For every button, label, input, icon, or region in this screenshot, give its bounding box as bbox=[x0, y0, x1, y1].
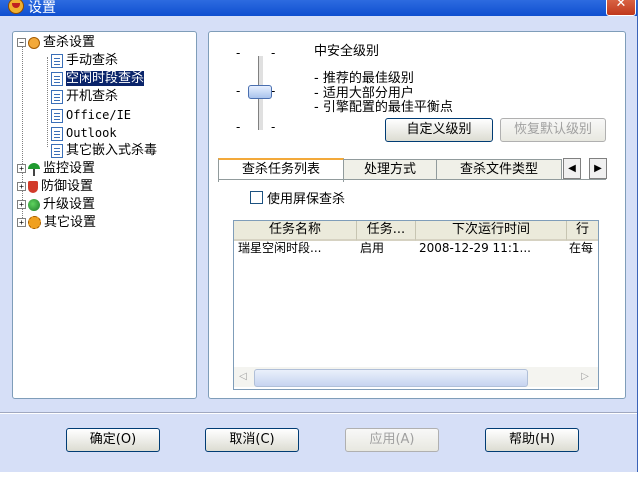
close-button[interactable]: ✕ bbox=[606, 0, 636, 16]
tree-item-label: 监控设置 bbox=[43, 161, 96, 176]
search-icon bbox=[28, 36, 40, 49]
ok-button[interactable]: 确定(O) bbox=[66, 428, 160, 452]
tree-item-label: 开机查杀 bbox=[66, 89, 119, 104]
slider-tick: - bbox=[236, 46, 241, 60]
slider-tick: - bbox=[271, 120, 276, 134]
scan-task-list[interactable]: 任务名称 任务... 下次运行时间 行 瑞星空闲时段... 启用 2008-12… bbox=[233, 220, 599, 390]
screensaver-scan-label[interactable]: 使用屏保查杀 bbox=[267, 188, 345, 207]
table-cell-frequency[interactable]: 在每 bbox=[569, 240, 598, 256]
security-level-description: - 推荐的最佳级别 bbox=[314, 71, 414, 86]
shield-icon bbox=[28, 180, 38, 193]
tree-item-label: 空闲时段查杀 bbox=[64, 70, 146, 87]
app-logo-icon bbox=[8, 0, 24, 14]
collapse-icon[interactable]: − bbox=[17, 38, 26, 47]
tab-scroll-left-icon[interactable]: ◀ bbox=[563, 158, 581, 179]
column-header-task-name[interactable]: 任务名称 bbox=[234, 221, 357, 241]
settings-tree: − 查杀设置 手动查杀 空闲时段查杀 开机查杀 Office/IE Outlook… bbox=[12, 31, 197, 399]
tree-item-outlook[interactable]: Outlook bbox=[51, 124, 117, 142]
expand-icon[interactable]: + bbox=[17, 182, 26, 191]
scroll-left-icon[interactable]: ◁ bbox=[238, 371, 248, 383]
security-level-description: - 引擎配置的最佳平衡点 bbox=[314, 100, 453, 115]
scroll-right-icon[interactable]: ▷ bbox=[580, 371, 590, 383]
tree-item-label: 其它嵌入式杀毒 bbox=[66, 143, 158, 158]
umbrella-icon bbox=[28, 162, 40, 176]
document-icon bbox=[51, 143, 63, 158]
globe-icon bbox=[28, 198, 40, 211]
security-level-title: 中安全级别 bbox=[314, 44, 380, 59]
tree-item-label: Office/IE bbox=[66, 108, 132, 122]
expand-icon[interactable]: + bbox=[17, 218, 26, 227]
expand-icon[interactable]: + bbox=[17, 164, 26, 173]
tree-item-manual-scan[interactable]: 手动查杀 bbox=[51, 52, 118, 70]
table-cell-next-run[interactable]: 2008-12-29 11:1... bbox=[419, 240, 565, 256]
tree-item-label: Outlook bbox=[66, 126, 117, 140]
tab-handling-method[interactable]: 处理方式 bbox=[343, 159, 437, 180]
tree-item-monitor-settings[interactable]: + 监控设置 bbox=[17, 160, 95, 178]
tree-item-label: 防御设置 bbox=[41, 179, 94, 194]
tree-item-upgrade-settings[interactable]: + 升级设置 bbox=[17, 196, 95, 214]
tree-item-label: 其它设置 bbox=[44, 215, 97, 230]
security-level-description: - 适用大部分用户 bbox=[314, 86, 414, 101]
cancel-button[interactable]: 取消(C) bbox=[205, 428, 299, 452]
tree-item-label: 查杀设置 bbox=[43, 35, 96, 50]
document-icon bbox=[51, 53, 63, 68]
slider-tick: - bbox=[236, 84, 241, 98]
title-bar[interactable]: 设置 ✕ bbox=[0, 0, 637, 16]
slider-tick: - bbox=[271, 46, 276, 60]
tree-guide-line bbox=[47, 57, 48, 147]
custom-level-button[interactable]: 自定义级别 bbox=[385, 118, 493, 142]
table-cell-status[interactable]: 启用 bbox=[360, 240, 415, 256]
screensaver-scan-checkbox[interactable] bbox=[250, 191, 263, 204]
gear-icon bbox=[28, 216, 41, 229]
column-header-frequency[interactable]: 行 bbox=[567, 221, 598, 241]
column-header-next-run-time[interactable]: 下次运行时间 bbox=[416, 221, 567, 241]
horizontal-scrollbar[interactable]: ◁ ▷ bbox=[234, 367, 598, 387]
help-button[interactable]: 帮助(H) bbox=[485, 428, 579, 452]
tree-item-scan-settings[interactable]: − 查杀设置 bbox=[17, 34, 95, 52]
tree-item-defense-settings[interactable]: + 防御设置 bbox=[17, 178, 93, 196]
tab-bar: 查杀任务列表 处理方式 查杀文件类型 bbox=[218, 158, 608, 182]
tab-scroll-right-icon[interactable]: ▶ bbox=[589, 158, 607, 179]
tab-scan-file-types[interactable]: 查杀文件类型 bbox=[436, 159, 562, 180]
window-title: 设置 bbox=[28, 0, 56, 16]
document-icon bbox=[51, 89, 63, 104]
expand-icon[interactable]: + bbox=[17, 200, 26, 209]
tree-item-office-ie[interactable]: Office/IE bbox=[51, 106, 131, 124]
slider-tick: - bbox=[236, 120, 241, 134]
document-icon bbox=[51, 126, 63, 141]
tree-item-idle-scan[interactable]: 空闲时段查杀 bbox=[51, 70, 146, 88]
tree-item-label: 升级设置 bbox=[43, 197, 96, 212]
tree-item-boot-scan[interactable]: 开机查杀 bbox=[51, 88, 118, 106]
restore-default-level-button[interactable]: 恢复默认级别 bbox=[500, 118, 606, 142]
scrollbar-thumb[interactable] bbox=[254, 369, 528, 387]
tree-item-embedded-scan[interactable]: 其它嵌入式杀毒 bbox=[51, 142, 157, 160]
settings-window: 设置 ✕ − 查杀设置 手动查杀 空闲时段查杀 开机查杀 Office/IE Ou… bbox=[0, 0, 638, 472]
security-level-slider-thumb[interactable] bbox=[248, 85, 272, 99]
document-icon bbox=[51, 108, 63, 123]
document-icon bbox=[51, 71, 63, 86]
apply-button[interactable]: 应用(A) bbox=[345, 428, 439, 452]
tree-item-other-settings[interactable]: + 其它设置 bbox=[17, 214, 96, 232]
tree-item-label: 手动查杀 bbox=[66, 53, 119, 68]
button-bar-divider bbox=[0, 412, 637, 414]
table-cell-task-name[interactable]: 瑞星空闲时段... bbox=[238, 240, 356, 256]
column-header-task-status[interactable]: 任务... bbox=[357, 221, 416, 241]
